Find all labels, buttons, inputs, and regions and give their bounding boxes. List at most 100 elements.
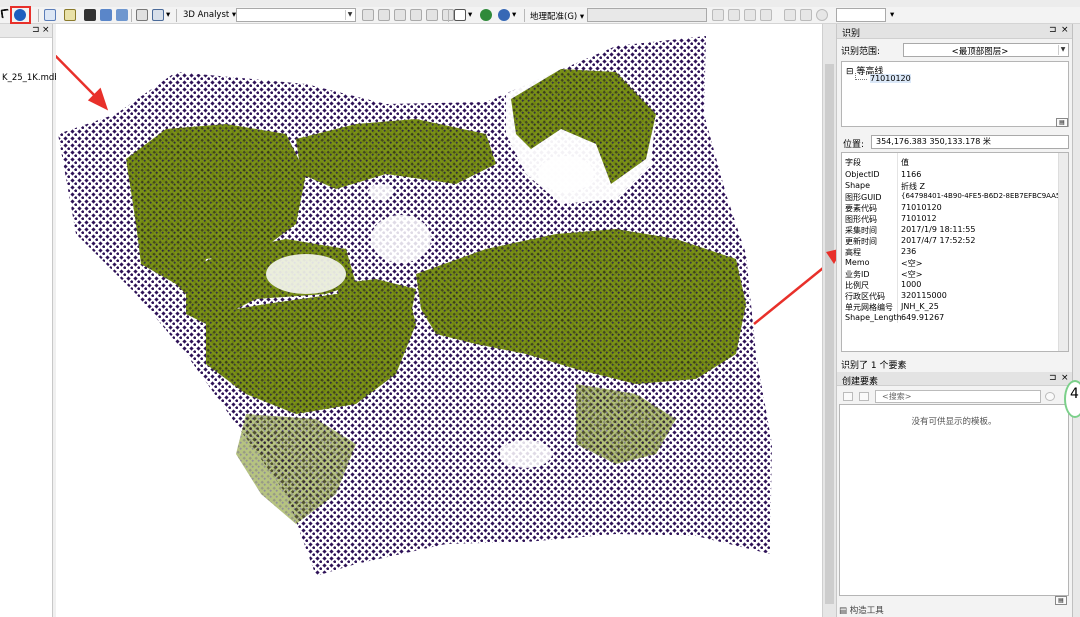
chevron-down-icon: ▼ xyxy=(345,10,354,20)
organize-templates-icon[interactable] xyxy=(843,392,853,401)
field-name: 采集时间 xyxy=(845,226,877,235)
arcscene-globe-icon[interactable] xyxy=(480,9,492,21)
find-route-icon[interactable] xyxy=(100,9,112,21)
toolbar-dropdown-arrow[interactable]: ▾ xyxy=(468,10,472,20)
profile-graph-icon[interactable] xyxy=(454,9,466,21)
field-name: Shape xyxy=(845,181,871,190)
identify-scope-dropdown[interactable]: <最顶部图层> ▼ xyxy=(903,43,1069,57)
tree-connector xyxy=(855,73,867,80)
map-canvas xyxy=(56,36,822,576)
field-value: 7101012 xyxy=(901,214,937,223)
tree-feature-node[interactable]: 71010120 xyxy=(870,74,911,83)
hyperlink-icon[interactable] xyxy=(44,9,56,21)
create-features-title: 创建要素 xyxy=(842,377,879,387)
step-number-badge: 4 xyxy=(1064,380,1080,418)
measure-icon[interactable] xyxy=(64,9,76,21)
steepest-path-icon[interactable] xyxy=(378,9,390,21)
toolbar-dropdown-arrow[interactable]: ▾ xyxy=(890,10,894,20)
close-icon[interactable]: × xyxy=(1061,25,1069,35)
main-toolbar: ▾ 3D Analyst ▾ ▼ ▾ ▾ 地理配准(G) ▾ ▾ xyxy=(0,0,1080,24)
field-name: 图形GUID xyxy=(845,193,882,202)
link-table-icon[interactable] xyxy=(784,9,796,21)
identify-scope-value: <最顶部图层> xyxy=(951,47,1009,57)
interpolate-point-icon[interactable] xyxy=(410,9,422,21)
field-value: 1000 xyxy=(901,280,922,289)
field-value: {64798401-4B90-4FE5-B6D2-8EB7EFBC9AA5} xyxy=(901,192,1065,200)
filter-icon[interactable] xyxy=(859,392,869,401)
3d-analyst-menu[interactable]: 3D Analyst ▾ xyxy=(183,10,236,20)
close-icon[interactable]: × xyxy=(42,25,50,35)
close-icon[interactable]: × xyxy=(1061,373,1069,383)
add-control-point-icon[interactable] xyxy=(712,9,724,21)
construction-tools-label: ▤ 构造工具 xyxy=(839,606,884,616)
line-of-sight-icon[interactable] xyxy=(394,9,406,21)
georeferencing-menu[interactable]: 地理配准(G) ▾ xyxy=(530,10,584,22)
toolbar-separator xyxy=(448,9,449,22)
scale-combo[interactable] xyxy=(836,8,886,22)
field-value: 320115000 xyxy=(901,291,947,300)
field-value: 折线 Z xyxy=(901,182,926,191)
field-value: <空> xyxy=(901,270,923,279)
location-row: 位置: 354,176.383 350,133.178 米 xyxy=(841,135,1069,150)
shift-icon[interactable] xyxy=(744,9,756,21)
rotate-icon[interactable] xyxy=(728,9,740,21)
field-name: ObjectID xyxy=(845,170,880,179)
field-column-header: 字段 xyxy=(845,158,861,167)
field-value: 2017/1/9 18:11:55 xyxy=(901,225,976,234)
create-features-titlebar: 创建要素 ⊐ × xyxy=(837,372,1072,387)
field-name: 行政区代码 xyxy=(845,292,885,301)
template-search-input[interactable]: <搜索> xyxy=(875,390,1041,403)
arcglobe-icon[interactable] xyxy=(498,9,510,21)
identify-status: 识别了 1 个要素 xyxy=(841,361,907,371)
scrollbar-thumb[interactable] xyxy=(825,64,834,604)
field-name: 更新时间 xyxy=(845,237,877,246)
go-to-xy-icon[interactable] xyxy=(116,9,128,21)
expand-icon[interactable]: ▤ xyxy=(1056,118,1068,127)
attributes-scrollbar[interactable] xyxy=(1058,153,1068,351)
chevron-down-icon: ▼ xyxy=(1058,45,1067,55)
toolbar-separator xyxy=(524,9,525,22)
toc-database-name[interactable]: K_25_1K.mdb xyxy=(2,73,60,83)
table-of-contents-panel: ⊐ × K_25_1K.mdb xyxy=(0,24,60,617)
pin-icon[interactable]: ⊐ xyxy=(1049,25,1057,35)
map-vertical-scrollbar[interactable] xyxy=(822,24,836,617)
identify-highlight-box xyxy=(10,6,31,24)
toolbar-separator xyxy=(38,9,39,22)
field-name: 图形代码 xyxy=(845,215,877,224)
toolbar-dropdown-arrow[interactable]: ▾ xyxy=(512,10,516,20)
field-name: 比例尺 xyxy=(845,281,869,290)
field-value: 2017/4/7 17:52:52 xyxy=(901,236,976,245)
toolbar-separator xyxy=(131,9,132,22)
map-view[interactable] xyxy=(56,24,822,617)
create-viewer-icon[interactable] xyxy=(152,9,164,21)
georeferencing-label: 地理配准(G) xyxy=(530,12,578,22)
identify-titlebar: 识别 ⊐ × xyxy=(837,24,1072,39)
time-slider-icon[interactable] xyxy=(136,9,148,21)
field-name: 高程 xyxy=(845,248,861,257)
field-name: 要素代码 xyxy=(845,204,877,213)
toolbar-dropdown-arrow[interactable]: ▾ xyxy=(166,10,170,20)
annotation-arrow-left xyxy=(56,54,109,111)
location-label: 位置: xyxy=(843,140,865,150)
toc-header: ⊐ × xyxy=(0,24,52,38)
pin-icon[interactable]: ⊐ xyxy=(1049,373,1057,383)
field-name: 单元网格编号 xyxy=(845,303,893,312)
search-icon[interactable] xyxy=(1045,392,1055,401)
field-name: Shape_Length xyxy=(845,313,902,322)
scale-icon[interactable] xyxy=(760,9,772,21)
find-binoculars-icon[interactable] xyxy=(84,9,96,21)
pin-icon[interactable]: ⊐ xyxy=(32,25,40,35)
right-dock-strip[interactable] xyxy=(1072,24,1080,617)
contour-tool-icon[interactable] xyxy=(362,9,374,21)
toolbar-top-strip xyxy=(0,0,1080,7)
select-arrow-icon[interactable] xyxy=(0,8,10,19)
georef-layer-combo[interactable] xyxy=(587,8,707,22)
location-value: 354,176.383 350,133.178 米 xyxy=(871,135,1069,149)
refresh-icon[interactable] xyxy=(816,9,828,21)
3d-layer-combo[interactable]: ▼ xyxy=(236,8,356,22)
expand-icon[interactable]: ▤ xyxy=(1055,596,1067,605)
viewer-icon[interactable] xyxy=(800,9,812,21)
interpolate-line-icon[interactable] xyxy=(426,9,438,21)
field-value: <空> xyxy=(901,259,923,268)
toolbar-separator xyxy=(176,9,177,22)
